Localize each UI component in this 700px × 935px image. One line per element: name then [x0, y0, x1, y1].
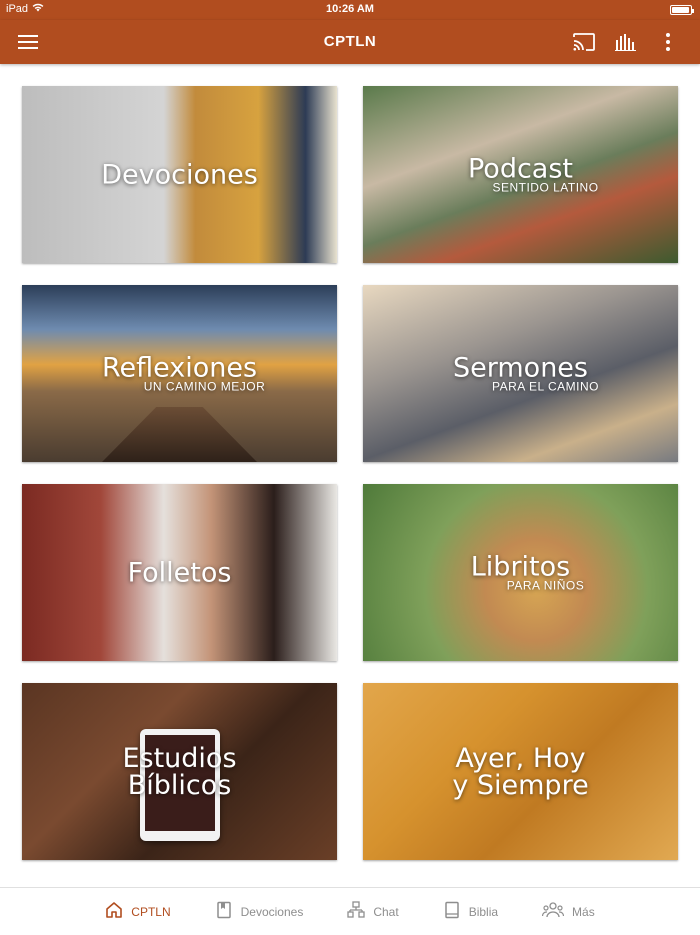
- tile-title: Sermones: [363, 354, 678, 381]
- clock: 10:26 AM: [0, 3, 700, 15]
- tile-ayer-hoy-siempre[interactable]: Ayer, Hoy y Siempre: [363, 683, 678, 860]
- tile-title: Devociones: [22, 161, 337, 188]
- tile-title: Estudios Bíblicos: [120, 745, 240, 799]
- tile-podcast[interactable]: Podcast SENTIDO LATINO: [363, 86, 678, 263]
- tab-label: Devociones: [241, 905, 304, 919]
- tab-chat[interactable]: Chat: [325, 888, 420, 935]
- tile-label: Sermones PARA EL CAMINO: [363, 354, 678, 393]
- tab-bar: CPTLN Devociones Chat Biblia Más: [0, 887, 700, 934]
- tab-label: Más: [572, 905, 595, 919]
- equalizer-icon[interactable]: [614, 31, 638, 53]
- tile-devociones[interactable]: Devociones: [22, 86, 337, 263]
- tile-subtitle: PARA NIÑOS: [363, 578, 678, 592]
- tab-mas[interactable]: Más: [520, 888, 617, 935]
- tile-subtitle: PARA EL CAMINO: [363, 379, 678, 393]
- tile-label: Devociones: [22, 161, 337, 188]
- tab-devociones[interactable]: Devociones: [193, 888, 326, 935]
- people-icon: [542, 901, 564, 922]
- tile-label: Reflexiones UN CAMINO MEJOR: [22, 354, 337, 393]
- status-bar: iPad 10:26 AM: [0, 0, 700, 20]
- battery-icon: [670, 5, 692, 15]
- tile-label: Ayer, Hoy y Siempre: [363, 745, 678, 799]
- tile-label: Estudios Bíblicos: [22, 745, 337, 799]
- tile-folletos[interactable]: Folletos: [22, 484, 337, 661]
- tile-title: Podcast: [363, 155, 678, 182]
- bookmark-icon: [215, 901, 233, 922]
- app-bar-actions: [572, 31, 680, 53]
- tile-title: Ayer, Hoy y Siempre: [446, 745, 596, 799]
- book-icon: [443, 901, 461, 922]
- tab-label: Chat: [373, 905, 398, 919]
- tile-title: Libritos: [363, 553, 678, 580]
- tab-label: CPTLN: [131, 905, 170, 919]
- tile-subtitle: UN CAMINO MEJOR: [22, 379, 337, 393]
- cast-icon[interactable]: [572, 31, 596, 53]
- tile-libritos[interactable]: Libritos PARA NIÑOS: [363, 484, 678, 661]
- tile-estudios-biblicos[interactable]: Estudios Bíblicos: [22, 683, 337, 860]
- tile-label: Libritos PARA NIÑOS: [363, 553, 678, 592]
- tile-label: Podcast SENTIDO LATINO: [363, 155, 678, 194]
- tab-cptln[interactable]: CPTLN: [83, 888, 192, 935]
- tab-label: Biblia: [469, 905, 498, 919]
- tile-subtitle: SENTIDO LATINO: [363, 180, 678, 194]
- battery-fill: [672, 7, 689, 13]
- home-icon: [105, 901, 123, 922]
- chat-icon: [347, 901, 365, 922]
- tile-title: Reflexiones: [22, 354, 337, 381]
- tile-title: Folletos: [22, 559, 337, 586]
- app-bar: CPTLN: [0, 20, 700, 64]
- tab-biblia[interactable]: Biblia: [421, 888, 520, 935]
- tile-sermones[interactable]: Sermones PARA EL CAMINO: [363, 285, 678, 462]
- tile-label: Folletos: [22, 559, 337, 586]
- category-grid: Devociones Podcast SENTIDO LATINO Reflex…: [22, 86, 678, 860]
- more-vert-icon[interactable]: [656, 31, 680, 53]
- tile-reflexiones[interactable]: Reflexiones UN CAMINO MEJOR: [22, 285, 337, 462]
